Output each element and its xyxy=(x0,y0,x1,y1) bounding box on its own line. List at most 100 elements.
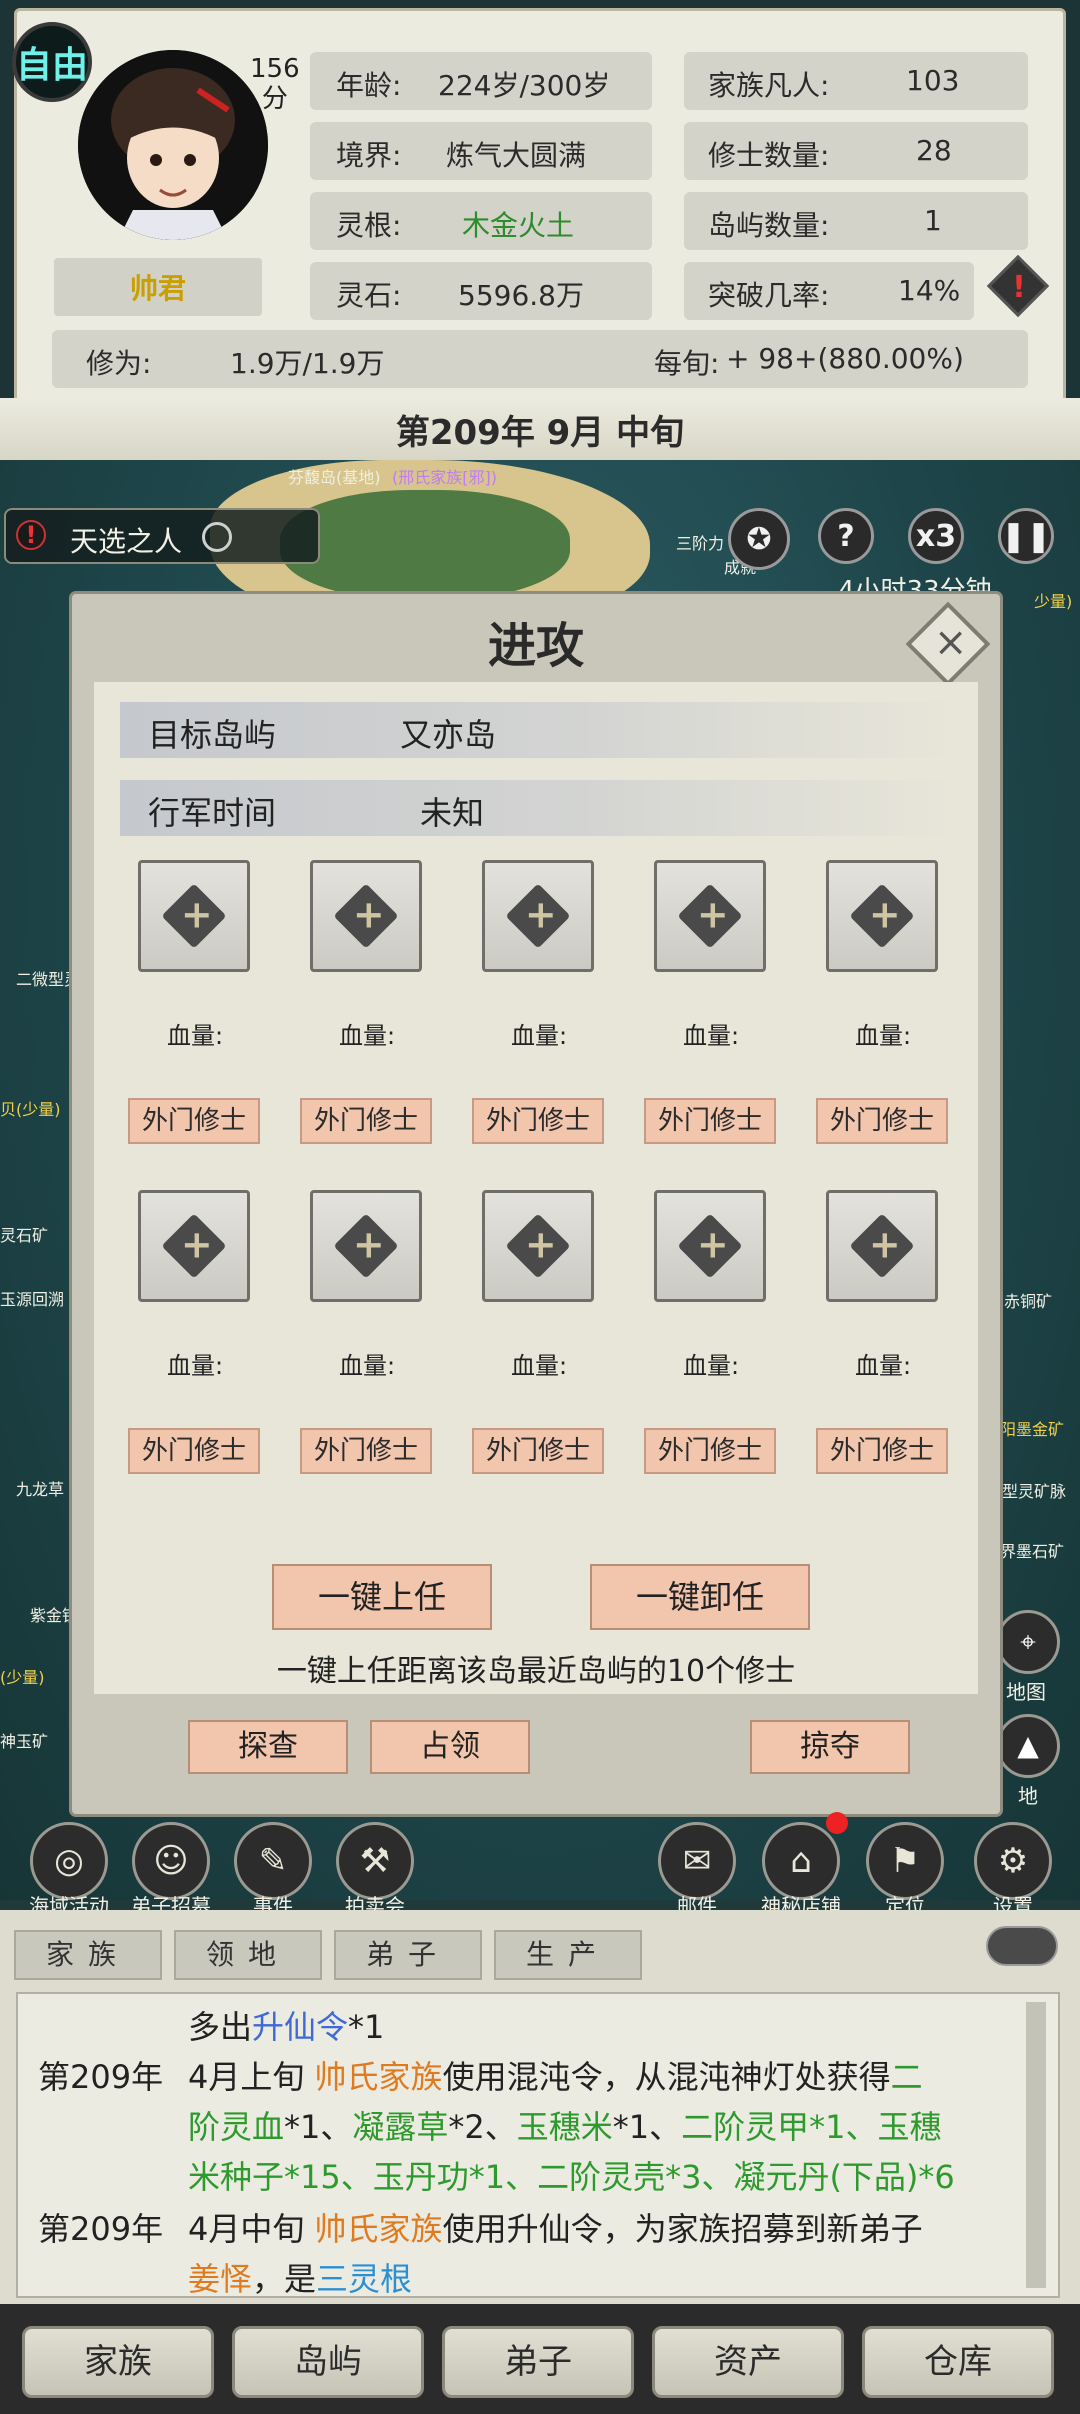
tab-family[interactable]: 家族 xyxy=(14,1930,162,1980)
cultivator-slot[interactable]: + xyxy=(826,1190,938,1302)
role-tag[interactable]: 外门修士 xyxy=(644,1098,776,1144)
achievement-button[interactable]: ✪ xyxy=(728,508,790,570)
map-label-right-3: 阳墨金矿 xyxy=(1000,1420,1065,1439)
cultivator-slot[interactable]: + xyxy=(826,860,938,972)
tab-disciples[interactable]: 弟子 xyxy=(334,1930,482,1980)
cultivator-slot[interactable]: + xyxy=(654,860,766,972)
nav-islands[interactable]: 岛屿 xyxy=(232,2326,424,2398)
cultivator-slot[interactable]: + xyxy=(482,1190,594,1302)
plunder-button[interactable]: 掠夺 xyxy=(750,1720,910,1774)
map-label-left-7: (少量) xyxy=(0,1668,45,1687)
breakthrough-stat: 突破几率: 14% xyxy=(684,262,974,320)
settings-button[interactable]: ⚙ 设置 xyxy=(968,1822,1058,1919)
nav-disciples[interactable]: 弟子 xyxy=(442,2326,634,2398)
breakthrough-value: 14% xyxy=(898,274,961,307)
role-tag[interactable]: 外门修士 xyxy=(300,1428,432,1474)
add-icon: + xyxy=(677,883,743,949)
event-log[interactable]: 多出升仙令*1 第209年 4月上旬 帅氏家族使用混沌令，从混沌神灯处获得二 阶… xyxy=(16,1992,1060,2298)
log-options-button[interactable] xyxy=(986,1926,1058,1966)
auction-button[interactable]: ⚒ 拍卖会 xyxy=(330,1822,420,1919)
nav-warehouse[interactable]: 仓库 xyxy=(862,2326,1054,2398)
role-tag[interactable]: 外门修士 xyxy=(816,1098,948,1144)
role-tag[interactable]: 外门修士 xyxy=(128,1098,260,1144)
cultivator-slot[interactable]: + xyxy=(310,1190,422,1302)
log-text: 4月上旬 xyxy=(188,2058,315,2096)
cultivator-slot[interactable]: + xyxy=(654,1190,766,1302)
log-root: 三灵根 xyxy=(316,2260,413,2298)
speed-button[interactable]: x3 xyxy=(908,508,964,564)
breakthrough-label: 突破几率: xyxy=(708,279,830,312)
log-text: 多出 xyxy=(188,2008,253,2046)
log-text: *1、 xyxy=(284,2108,353,2146)
cultivation-bar: 修为: 1.9万/1.9万 每旬: + 98+(880.00%) xyxy=(52,330,1028,388)
log-scrollbar[interactable] xyxy=(1026,2002,1046,2288)
player-score: 156 分 xyxy=(250,54,300,114)
pause-button[interactable]: ❚❚ xyxy=(998,508,1054,564)
log-line: 阶灵血*1、凝露草*2、玉穗米*1、二阶灵甲*1、玉穗 xyxy=(188,2102,942,2148)
role-tag[interactable]: 外门修士 xyxy=(472,1428,604,1474)
mountain-icon: ▲ xyxy=(1017,1729,1039,1762)
assign-hint: 一键上任距离该岛最近岛屿的10个修士 xyxy=(276,1654,796,1689)
log-family: 帅氏家族 xyxy=(314,2210,443,2248)
stone-value: 5596.8万 xyxy=(458,279,584,312)
hp-label: 血量: xyxy=(682,1352,740,1380)
player-name[interactable]: 帅君 xyxy=(54,258,262,316)
avatar-portrait-icon xyxy=(78,50,268,240)
mystery-shop-button[interactable]: ⌂ 神秘店铺 xyxy=(756,1822,846,1919)
nav-assets[interactable]: 资产 xyxy=(652,2326,844,2398)
map-pin-icon: ⌖ xyxy=(1020,1625,1036,1658)
dialog-title: 进攻 xyxy=(487,618,584,674)
dialog-body: 目标岛屿 又亦岛 行军时间 未知 + + + + + 血量: 血量: 血量: 血… xyxy=(94,682,978,1694)
event-chip-label: 天选之人 xyxy=(70,525,183,558)
role-tag[interactable]: 外门修士 xyxy=(644,1428,776,1474)
root-value: 木金火土 xyxy=(462,209,575,242)
events-button[interactable]: ✎ 事件 xyxy=(228,1822,318,1919)
gear-icon: ⚙ xyxy=(974,1822,1052,1900)
map-pin-button[interactable]: ⌖ xyxy=(996,1610,1060,1674)
free-mode-badge[interactable]: 自由 xyxy=(12,22,92,102)
log-year: 第209年 xyxy=(38,2058,164,2096)
march-value: 未知 xyxy=(420,794,485,832)
tab-production[interactable]: 生产 xyxy=(494,1930,642,1980)
map-label-left-1: 二微型灵 xyxy=(16,970,81,989)
island-stat: 岛屿数量: 1 xyxy=(684,192,1028,250)
role-tag[interactable]: 外门修士 xyxy=(816,1428,948,1474)
shop-icon: ⌂ xyxy=(762,1822,840,1900)
terrain-button-label: 地 xyxy=(1018,1784,1038,1808)
locate-button[interactable]: ⚑ 定位 xyxy=(860,1822,950,1919)
cultivator-stat: 修士数量: 28 xyxy=(684,122,1028,180)
sea-activity-button[interactable]: ◎ 海域活动 xyxy=(24,1822,114,1919)
cultivator-slot[interactable]: + xyxy=(138,860,250,972)
assign-all-button[interactable]: 一键上任 xyxy=(272,1564,492,1630)
log-text: *1、 xyxy=(612,2108,682,2146)
cultivator-slot[interactable]: + xyxy=(482,860,594,972)
map-label-left-8: 神玉矿 xyxy=(0,1732,49,1751)
log-item: 二阶灵甲*1、玉穗 xyxy=(681,2108,942,2146)
add-icon: + xyxy=(161,883,227,949)
cultivator-slot[interactable]: + xyxy=(310,860,422,972)
age-value: 224岁/300岁 xyxy=(438,69,611,102)
stone-stat: 灵石: 5596.8万 xyxy=(310,262,652,320)
unassign-all-button[interactable]: 一键卸任 xyxy=(590,1564,810,1630)
recruit-button[interactable]: ☺ 弟子招募 xyxy=(126,1822,216,1919)
map-label-left-2: 贝(少量) xyxy=(0,1100,61,1119)
role-tag[interactable]: 外门修士 xyxy=(128,1428,260,1474)
gavel-icon: ⚒ xyxy=(336,1822,414,1900)
tab-territory[interactable]: 领地 xyxy=(174,1930,322,1980)
scout-button[interactable]: 探查 xyxy=(188,1720,348,1774)
status-panel: 自由 156 分 帅君 年龄: 224岁/300岁 境界: 炼气大圆满 灵根: … xyxy=(0,0,1080,420)
event-chip[interactable]: ! 天选之人 xyxy=(4,508,320,564)
nav-family[interactable]: 家族 xyxy=(22,2326,214,2398)
player-avatar[interactable] xyxy=(78,50,268,240)
log-line: 多出升仙令*1 xyxy=(188,2002,384,2048)
help-button[interactable]: ? xyxy=(818,508,874,564)
add-icon: + xyxy=(677,1213,743,1279)
mail-button[interactable]: ✉ 邮件 xyxy=(652,1822,742,1919)
log-year: 第209年 xyxy=(38,2210,164,2248)
terrain-button[interactable]: ▲ xyxy=(996,1714,1060,1778)
role-tag[interactable]: 外门修士 xyxy=(472,1098,604,1144)
cultivator-slot[interactable]: + xyxy=(138,1190,250,1302)
role-tag[interactable]: 外门修士 xyxy=(300,1098,432,1144)
occupy-button[interactable]: 占领 xyxy=(370,1720,530,1774)
home-island-owner: (邢氏家族[邪]) xyxy=(392,468,497,487)
